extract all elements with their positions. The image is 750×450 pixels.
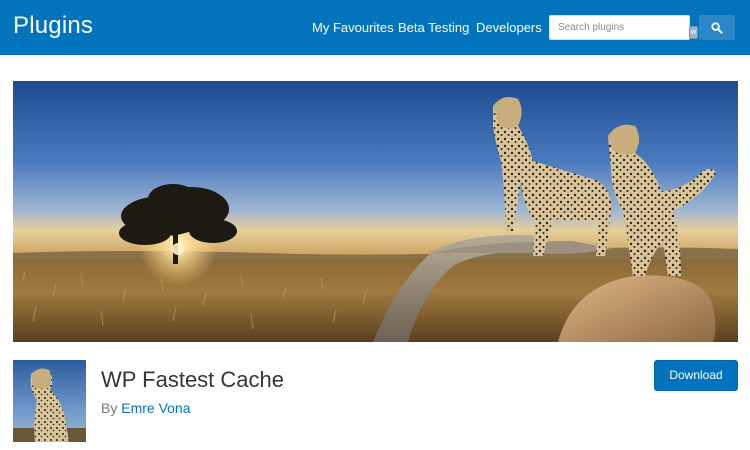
download-button[interactable]: Download	[654, 360, 738, 391]
plugin-icon[interactable]	[13, 360, 86, 442]
magnifier-icon	[711, 22, 723, 34]
cheetah-icon	[13, 360, 86, 442]
nav-developers[interactable]: Developers	[476, 20, 542, 36]
password-manager-badge-icon[interactable]: w	[689, 26, 698, 39]
nav-beta-testing[interactable]: Beta Testing	[398, 20, 469, 36]
search-button[interactable]	[699, 15, 735, 40]
author-link[interactable]: Emre Vona	[121, 400, 190, 416]
by-label: By	[101, 400, 118, 416]
banner-image	[13, 81, 738, 342]
plugin-banner	[13, 81, 738, 342]
plugin-title: WP Fastest Cache	[101, 367, 284, 392]
site-title[interactable]: Plugins	[13, 12, 93, 40]
nav-my-favourites[interactable]: My Favourites	[312, 20, 394, 36]
plugin-author: By Emre Vona	[101, 400, 191, 416]
site-header: Plugins My Favourites Beta Testing Devel…	[0, 0, 750, 55]
search-input[interactable]	[549, 15, 690, 40]
